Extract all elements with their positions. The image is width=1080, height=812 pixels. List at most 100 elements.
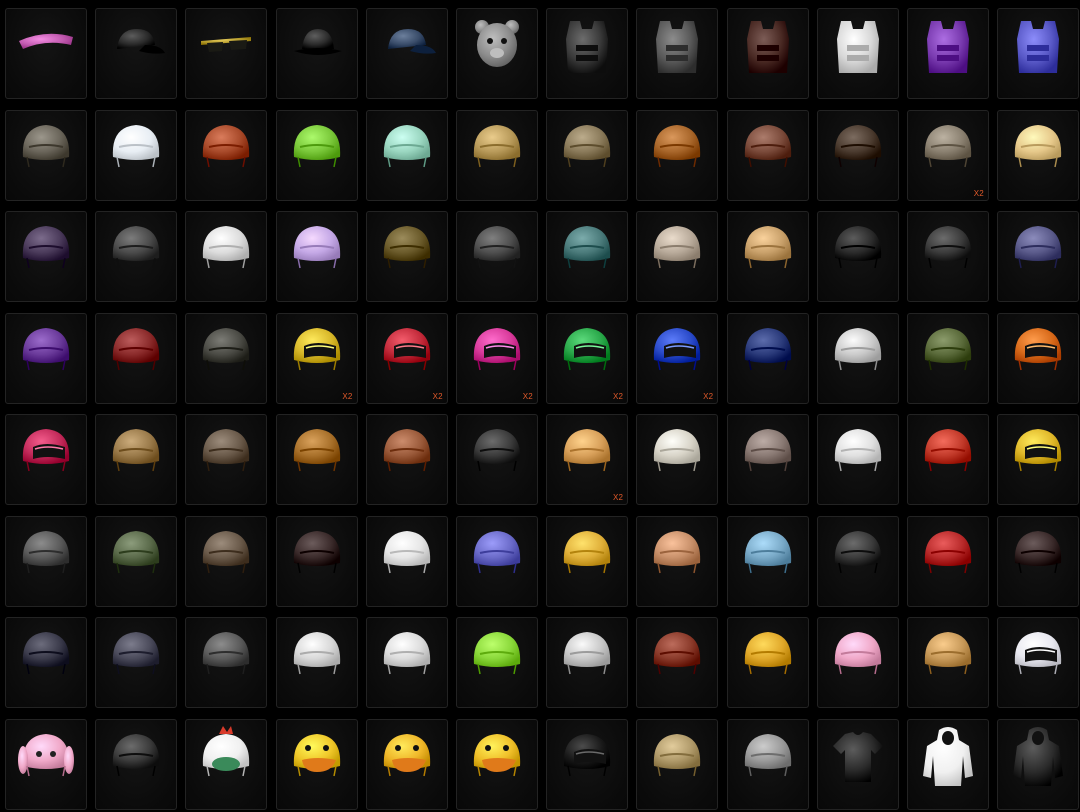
inventory-slot[interactable] xyxy=(455,8,538,99)
inventory-slot[interactable]: X2 xyxy=(546,414,629,505)
inventory-slot[interactable] xyxy=(185,109,268,201)
inventory-slot[interactable] xyxy=(636,515,719,607)
inventory-slot[interactable] xyxy=(275,414,358,505)
inventory-slot[interactable] xyxy=(816,312,899,404)
inventory-slot[interactable] xyxy=(546,109,629,201)
inventory-slot[interactable] xyxy=(906,718,989,810)
inventory-slot[interactable] xyxy=(5,617,87,708)
inventory-slot[interactable] xyxy=(365,515,448,607)
inventory-slot[interactable] xyxy=(455,718,538,810)
inventory-slot[interactable]: X2 xyxy=(546,312,629,404)
inventory-slot[interactable] xyxy=(636,414,719,505)
inventory-slot[interactable] xyxy=(185,617,268,708)
inventory-slot[interactable] xyxy=(906,211,989,302)
inventory-slot[interactable] xyxy=(816,718,899,810)
inventory-slot[interactable] xyxy=(275,8,358,99)
inventory-slot[interactable] xyxy=(95,109,178,201)
inventory-slot[interactable] xyxy=(95,211,178,302)
inventory-slot[interactable] xyxy=(95,515,178,607)
inventory-slot[interactable] xyxy=(5,414,87,505)
inventory-slot[interactable] xyxy=(365,414,448,505)
inventory-slot[interactable] xyxy=(997,8,1080,99)
inventory-slot[interactable] xyxy=(546,718,629,810)
inventory-slot[interactable] xyxy=(997,617,1080,708)
inventory-slot[interactable] xyxy=(185,312,268,404)
inventory-slot[interactable]: X2 xyxy=(275,312,358,404)
inventory-slot[interactable] xyxy=(5,718,87,810)
inventory-slot[interactable] xyxy=(365,211,448,302)
inventory-slot[interactable] xyxy=(365,617,448,708)
inventory-slot[interactable] xyxy=(726,8,809,99)
inventory-slot[interactable] xyxy=(95,8,178,99)
inventory-slot[interactable] xyxy=(726,617,809,708)
inventory-slot[interactable] xyxy=(997,109,1080,201)
inventory-slot[interactable] xyxy=(726,414,809,505)
inventory-slot[interactable] xyxy=(546,515,629,607)
inventory-slot[interactable] xyxy=(997,515,1080,607)
inventory-slot[interactable] xyxy=(906,414,989,505)
helmet-icon xyxy=(473,429,521,472)
inventory-slot[interactable] xyxy=(636,109,719,201)
inventory-slot[interactable] xyxy=(275,718,358,810)
inventory-slot[interactable] xyxy=(636,211,719,302)
inventory-slot[interactable] xyxy=(5,109,87,201)
inventory-slot[interactable] xyxy=(546,617,629,708)
inventory-slot[interactable] xyxy=(816,109,899,201)
inventory-slot[interactable] xyxy=(95,617,178,708)
inventory-slot[interactable] xyxy=(185,718,268,810)
inventory-slot[interactable] xyxy=(455,515,538,607)
inventory-slot[interactable] xyxy=(365,8,448,99)
inventory-slot[interactable] xyxy=(997,414,1080,505)
inventory-slot[interactable] xyxy=(636,8,719,99)
inventory-slot[interactable]: X2 xyxy=(636,312,719,404)
inventory-slot[interactable] xyxy=(5,312,87,404)
inventory-slot[interactable] xyxy=(275,211,358,302)
inventory-slot[interactable] xyxy=(726,718,809,810)
inventory-slot[interactable] xyxy=(5,8,87,99)
inventory-slot[interactable] xyxy=(546,211,629,302)
inventory-slot[interactable] xyxy=(997,718,1080,810)
inventory-slot[interactable] xyxy=(95,312,178,404)
helmet-icon xyxy=(113,124,160,167)
inventory-slot[interactable] xyxy=(95,718,178,810)
inventory-slot[interactable] xyxy=(636,617,719,708)
inventory-slot[interactable] xyxy=(906,617,989,708)
inventory-slot[interactable] xyxy=(365,718,448,810)
inventory-slot[interactable] xyxy=(275,617,358,708)
inventory-slot[interactable]: X2 xyxy=(455,312,538,404)
inventory-slot[interactable] xyxy=(906,8,989,99)
inventory-slot[interactable] xyxy=(185,8,268,99)
inventory-slot[interactable] xyxy=(636,718,719,810)
inventory-slot[interactable] xyxy=(185,414,268,505)
inventory-slot[interactable] xyxy=(185,515,268,607)
inventory-slot[interactable] xyxy=(455,211,538,302)
inventory-slot[interactable] xyxy=(726,312,809,404)
inventory-slot[interactable] xyxy=(275,109,358,201)
inventory-slot[interactable] xyxy=(816,617,899,708)
inventory-slot[interactable] xyxy=(5,515,87,607)
helmet-icon xyxy=(563,429,611,472)
inventory-slot[interactable] xyxy=(816,8,899,99)
inventory-slot[interactable] xyxy=(726,109,809,201)
inventory-slot[interactable] xyxy=(455,109,538,201)
inventory-slot[interactable] xyxy=(906,312,989,404)
inventory-slot[interactable] xyxy=(455,617,538,708)
inventory-slot[interactable] xyxy=(726,211,809,302)
inventory-slot[interactable] xyxy=(726,515,809,607)
inventory-slot[interactable] xyxy=(365,109,448,201)
inventory-slot[interactable] xyxy=(816,211,899,302)
inventory-slot[interactable] xyxy=(275,515,358,607)
inventory-slot[interactable]: X2 xyxy=(365,312,448,404)
inventory-slot[interactable] xyxy=(455,414,538,505)
inventory-slot[interactable] xyxy=(816,515,899,607)
inventory-slot[interactable] xyxy=(546,8,629,99)
inventory-slot[interactable] xyxy=(816,414,899,505)
inventory-slot[interactable] xyxy=(95,414,178,505)
inventory-slot[interactable]: X2 xyxy=(906,109,989,201)
inventory-slot[interactable] xyxy=(997,211,1080,302)
inventory-slot[interactable] xyxy=(185,211,268,302)
inventory-slot[interactable] xyxy=(997,312,1080,404)
chicken-helmet-icon xyxy=(203,725,250,776)
inventory-slot[interactable] xyxy=(5,211,87,302)
inventory-slot[interactable] xyxy=(906,515,989,607)
